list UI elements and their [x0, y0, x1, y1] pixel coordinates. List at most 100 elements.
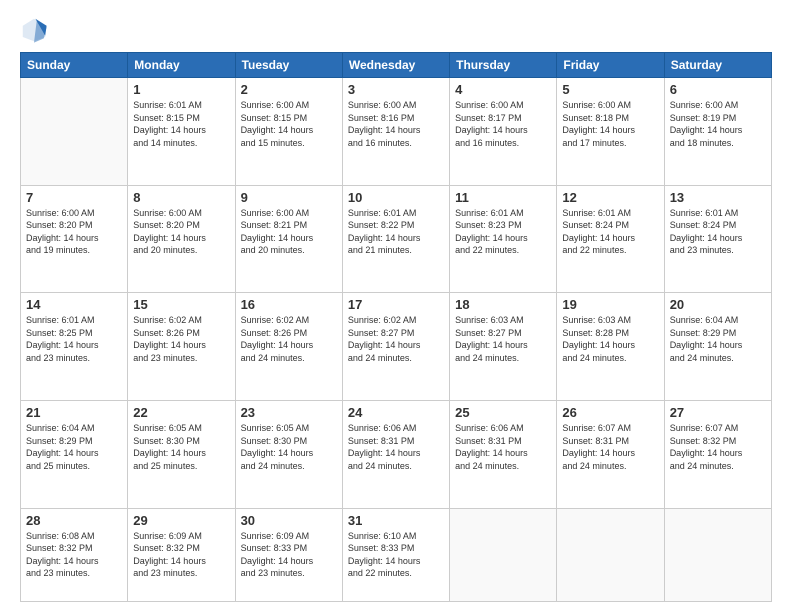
page: SundayMondayTuesdayWednesdayThursdayFrid…	[0, 0, 792, 612]
day-number: 21	[26, 405, 122, 420]
day-info: Sunrise: 6:07 AM Sunset: 8:31 PM Dayligh…	[562, 422, 658, 472]
day-info: Sunrise: 6:06 AM Sunset: 8:31 PM Dayligh…	[348, 422, 444, 472]
day-info: Sunrise: 6:01 AM Sunset: 8:22 PM Dayligh…	[348, 207, 444, 257]
calendar-cell	[21, 78, 128, 186]
day-number: 3	[348, 82, 444, 97]
calendar-cell: 19 Sunrise: 6:03 AM Sunset: 8:28 PM Dayli…	[557, 293, 664, 401]
weekday-header-wednesday: Wednesday	[342, 53, 449, 78]
calendar-table: SundayMondayTuesdayWednesdayThursdayFrid…	[20, 52, 772, 602]
day-info: Sunrise: 6:07 AM Sunset: 8:32 PM Dayligh…	[670, 422, 766, 472]
day-info: Sunrise: 6:00 AM Sunset: 8:18 PM Dayligh…	[562, 99, 658, 149]
calendar-cell: 28 Sunrise: 6:08 AM Sunset: 8:32 PM Dayli…	[21, 508, 128, 601]
calendar-cell: 1Sunrise: 6:01 AM Sunset: 8:15 PM Daylig…	[128, 78, 235, 186]
calendar-cell: 23 Sunrise: 6:05 AM Sunset: 8:30 PM Dayli…	[235, 400, 342, 508]
calendar-cell: 20 Sunrise: 6:04 AM Sunset: 8:29 PM Dayli…	[664, 293, 771, 401]
day-number: 13	[670, 190, 766, 205]
day-info: Sunrise: 6:05 AM Sunset: 8:30 PM Dayligh…	[241, 422, 337, 472]
calendar-cell: 17Sunrise: 6:02 AM Sunset: 8:27 PM Dayli…	[342, 293, 449, 401]
day-number: 6	[670, 82, 766, 97]
day-info: Sunrise: 6:01 AM Sunset: 8:24 PM Dayligh…	[562, 207, 658, 257]
day-number: 23	[241, 405, 337, 420]
day-number: 22	[133, 405, 229, 420]
day-info: Sunrise: 6:04 AM Sunset: 8:29 PM Dayligh…	[26, 422, 122, 472]
calendar-cell: 14 Sunrise: 6:01 AM Sunset: 8:25 PM Dayli…	[21, 293, 128, 401]
weekday-header-saturday: Saturday	[664, 53, 771, 78]
calendar-cell: 21 Sunrise: 6:04 AM Sunset: 8:29 PM Dayli…	[21, 400, 128, 508]
day-info: Sunrise: 6:00 AM Sunset: 8:15 PM Dayligh…	[241, 99, 337, 149]
weekday-header-friday: Friday	[557, 53, 664, 78]
calendar-cell: 10Sunrise: 6:01 AM Sunset: 8:22 PM Dayli…	[342, 185, 449, 293]
logo-icon	[20, 16, 48, 44]
day-number: 25	[455, 405, 551, 420]
day-info: Sunrise: 6:00 AM Sunset: 8:21 PM Dayligh…	[241, 207, 337, 257]
calendar-cell	[664, 508, 771, 601]
day-info: Sunrise: 6:01 AM Sunset: 8:23 PM Dayligh…	[455, 207, 551, 257]
calendar-cell: 12Sunrise: 6:01 AM Sunset: 8:24 PM Dayli…	[557, 185, 664, 293]
week-row-2: 7 Sunrise: 6:00 AM Sunset: 8:20 PM Daylig…	[21, 185, 772, 293]
day-info: Sunrise: 6:03 AM Sunset: 8:27 PM Dayligh…	[455, 314, 551, 364]
week-row-3: 14 Sunrise: 6:01 AM Sunset: 8:25 PM Dayli…	[21, 293, 772, 401]
calendar-cell: 26 Sunrise: 6:07 AM Sunset: 8:31 PM Dayli…	[557, 400, 664, 508]
day-info: Sunrise: 6:01 AM Sunset: 8:24 PM Dayligh…	[670, 207, 766, 257]
calendar-cell: 2 Sunrise: 6:00 AM Sunset: 8:15 PM Daylig…	[235, 78, 342, 186]
calendar-cell	[557, 508, 664, 601]
day-info: Sunrise: 6:10 AM Sunset: 8:33 PM Dayligh…	[348, 530, 444, 580]
day-number: 1	[133, 82, 229, 97]
day-number: 16	[241, 297, 337, 312]
weekday-header-thursday: Thursday	[450, 53, 557, 78]
day-number: 15	[133, 297, 229, 312]
day-info: Sunrise: 6:06 AM Sunset: 8:31 PM Dayligh…	[455, 422, 551, 472]
day-info: Sunrise: 6:01 AM Sunset: 8:25 PM Dayligh…	[26, 314, 122, 364]
day-info: Sunrise: 6:02 AM Sunset: 8:26 PM Dayligh…	[241, 314, 337, 364]
day-info: Sunrise: 6:00 AM Sunset: 8:17 PM Dayligh…	[455, 99, 551, 149]
day-number: 18	[455, 297, 551, 312]
day-info: Sunrise: 6:04 AM Sunset: 8:29 PM Dayligh…	[670, 314, 766, 364]
day-number: 26	[562, 405, 658, 420]
day-number: 28	[26, 513, 122, 528]
day-info: Sunrise: 6:00 AM Sunset: 8:16 PM Dayligh…	[348, 99, 444, 149]
day-info: Sunrise: 6:03 AM Sunset: 8:28 PM Dayligh…	[562, 314, 658, 364]
day-number: 4	[455, 82, 551, 97]
day-number: 30	[241, 513, 337, 528]
calendar-cell: 22 Sunrise: 6:05 AM Sunset: 8:30 PM Dayli…	[128, 400, 235, 508]
day-info: Sunrise: 6:00 AM Sunset: 8:20 PM Dayligh…	[26, 207, 122, 257]
week-row-1: 1Sunrise: 6:01 AM Sunset: 8:15 PM Daylig…	[21, 78, 772, 186]
calendar-cell: 25 Sunrise: 6:06 AM Sunset: 8:31 PM Dayli…	[450, 400, 557, 508]
calendar-cell: 16 Sunrise: 6:02 AM Sunset: 8:26 PM Dayli…	[235, 293, 342, 401]
day-number: 11	[455, 190, 551, 205]
calendar-cell: 3 Sunrise: 6:00 AM Sunset: 8:16 PM Daylig…	[342, 78, 449, 186]
weekday-header-tuesday: Tuesday	[235, 53, 342, 78]
calendar-cell: 30Sunrise: 6:09 AM Sunset: 8:33 PM Dayli…	[235, 508, 342, 601]
calendar-cell: 5 Sunrise: 6:00 AM Sunset: 8:18 PM Daylig…	[557, 78, 664, 186]
day-number: 19	[562, 297, 658, 312]
day-number: 7	[26, 190, 122, 205]
day-number: 20	[670, 297, 766, 312]
day-info: Sunrise: 6:05 AM Sunset: 8:30 PM Dayligh…	[133, 422, 229, 472]
day-number: 31	[348, 513, 444, 528]
calendar-cell: 4 Sunrise: 6:00 AM Sunset: 8:17 PM Daylig…	[450, 78, 557, 186]
day-info: Sunrise: 6:02 AM Sunset: 8:27 PM Dayligh…	[348, 314, 444, 364]
week-row-4: 21 Sunrise: 6:04 AM Sunset: 8:29 PM Dayli…	[21, 400, 772, 508]
weekday-header-sunday: Sunday	[21, 53, 128, 78]
day-info: Sunrise: 6:08 AM Sunset: 8:32 PM Dayligh…	[26, 530, 122, 580]
day-number: 5	[562, 82, 658, 97]
calendar-cell: 18 Sunrise: 6:03 AM Sunset: 8:27 PM Dayli…	[450, 293, 557, 401]
calendar-cell	[450, 508, 557, 601]
calendar-cell: 31 Sunrise: 6:10 AM Sunset: 8:33 PM Dayli…	[342, 508, 449, 601]
week-row-5: 28 Sunrise: 6:08 AM Sunset: 8:32 PM Dayli…	[21, 508, 772, 601]
day-info: Sunrise: 6:09 AM Sunset: 8:32 PM Dayligh…	[133, 530, 229, 580]
calendar-cell: 15 Sunrise: 6:02 AM Sunset: 8:26 PM Dayli…	[128, 293, 235, 401]
calendar-cell: 13 Sunrise: 6:01 AM Sunset: 8:24 PM Dayli…	[664, 185, 771, 293]
day-number: 27	[670, 405, 766, 420]
day-number: 24	[348, 405, 444, 420]
day-number: 14	[26, 297, 122, 312]
calendar-cell: 27 Sunrise: 6:07 AM Sunset: 8:32 PM Dayli…	[664, 400, 771, 508]
weekday-header-row: SundayMondayTuesdayWednesdayThursdayFrid…	[21, 53, 772, 78]
header	[20, 16, 772, 44]
day-info: Sunrise: 6:02 AM Sunset: 8:26 PM Dayligh…	[133, 314, 229, 364]
calendar-cell: 11 Sunrise: 6:01 AM Sunset: 8:23 PM Dayli…	[450, 185, 557, 293]
day-info: Sunrise: 6:00 AM Sunset: 8:19 PM Dayligh…	[670, 99, 766, 149]
day-number: 8	[133, 190, 229, 205]
calendar-cell: 8Sunrise: 6:00 AM Sunset: 8:20 PM Daylig…	[128, 185, 235, 293]
day-number: 2	[241, 82, 337, 97]
